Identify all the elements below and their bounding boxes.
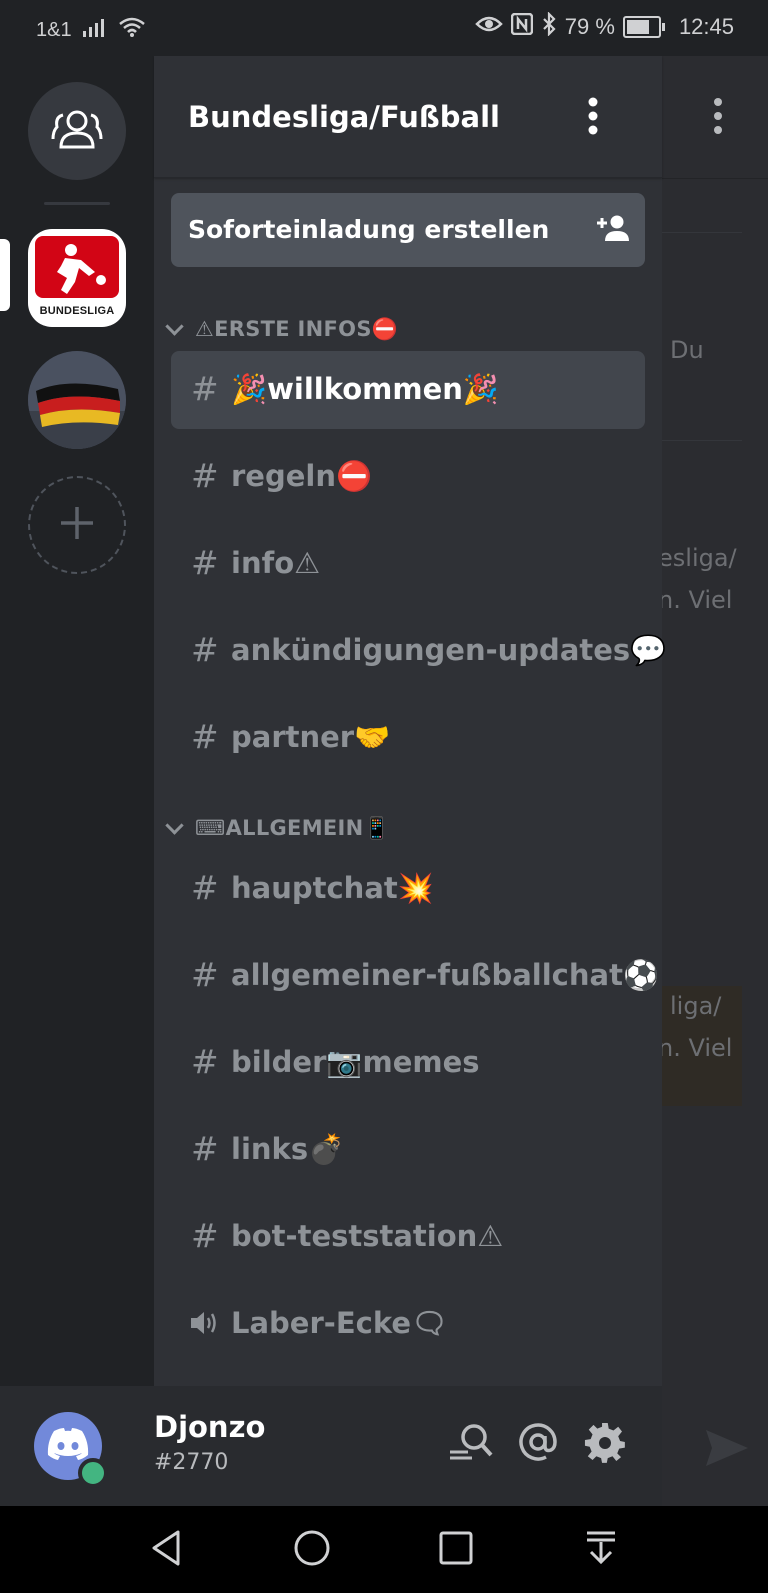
- hash-icon: #: [191, 955, 219, 994]
- battery-icon: [622, 16, 665, 38]
- hash-icon: #: [191, 1216, 219, 1255]
- channel-label: Laber-Ecke🗨: [231, 1306, 448, 1340]
- channel-hauptchat[interactable]: # hauptchat💥: [171, 850, 645, 928]
- username: Djonzo: [154, 1410, 266, 1444]
- selected-guild-indicator: [0, 239, 10, 311]
- clock: 12:45: [678, 14, 734, 39]
- recent-apps-icon[interactable]: [438, 1528, 474, 1572]
- channel-label: regeln⛔: [231, 459, 373, 493]
- nfc-icon: [510, 12, 534, 41]
- channel-label: ankündigungen-updates💬: [231, 633, 667, 667]
- add-user-icon: [595, 213, 629, 247]
- category-allgemein[interactable]: ⌨ALLGEMEIN📱: [162, 816, 390, 841]
- people-icon: [49, 105, 105, 157]
- speaker-icon: [189, 1309, 219, 1341]
- chat-fragment: Du: [670, 336, 704, 364]
- flag-image: [28, 351, 126, 449]
- battery-fill: [626, 20, 649, 34]
- channel-ankuendigungen-updates[interactable]: # ankündigungen-updates💬: [171, 612, 666, 690]
- discord-logo-icon: [46, 1427, 90, 1465]
- search-icon[interactable]: [448, 1422, 494, 1466]
- channel-partner[interactable]: # partner🤝: [171, 699, 645, 777]
- category-label: ⌨ALLGEMEIN📱: [195, 816, 390, 840]
- channel-label: allgemeiner-fußballchat⚽: [231, 958, 660, 992]
- wifi-icon: [118, 16, 146, 44]
- send-icon[interactable]: [704, 1428, 750, 1472]
- channel-label: bot-teststation⚠: [231, 1219, 504, 1253]
- channel-links[interactable]: # links💣: [171, 1111, 645, 1189]
- hash-icon: #: [191, 868, 219, 907]
- chat-header: [662, 56, 768, 179]
- hash-icon: #: [191, 369, 219, 408]
- chat-fragment: n. Viel: [662, 1034, 733, 1062]
- category-label: ⚠ERSTE INFOS⛔: [195, 317, 399, 341]
- channel-label: partner🤝: [231, 720, 391, 754]
- bundesliga-logo: [35, 236, 119, 298]
- server-more-icon[interactable]: [588, 97, 598, 139]
- channel-regeln[interactable]: # regeln⛔: [171, 438, 645, 516]
- chat-divider: [662, 232, 742, 233]
- chat-fragment: n. Viel: [662, 586, 733, 614]
- user-panel: Djonzo #2770: [0, 1386, 662, 1506]
- chat-fragment: liga/: [670, 992, 722, 1020]
- notification-pulldown-icon[interactable]: [584, 1528, 618, 1572]
- navigation-bar: [0, 1506, 768, 1593]
- chat-input-area: [662, 1386, 768, 1506]
- chevron-down-icon: [165, 317, 184, 336]
- eye-icon: [475, 14, 503, 40]
- chat-divider: [662, 440, 742, 441]
- channel-bot-teststation[interactable]: # bot-teststation⚠: [171, 1198, 645, 1276]
- channel-bilder-memes[interactable]: # bilder📷memes: [171, 1024, 645, 1102]
- hash-icon: #: [191, 630, 219, 669]
- back-icon[interactable]: [148, 1528, 184, 1572]
- channel-label: 🎉willkommen🎉: [231, 372, 500, 406]
- create-invite-label: Soforteinladung erstellen: [188, 215, 550, 244]
- guild-separator: [44, 202, 110, 205]
- add-server-button[interactable]: [28, 476, 126, 574]
- channel-info[interactable]: # info⚠: [171, 525, 645, 603]
- channel-allgemeiner-fussballchat[interactable]: # allgemeiner-fußballchat⚽: [171, 937, 659, 1015]
- chat-fragment: esliga/: [662, 544, 737, 572]
- chat-panel-background: Du esliga/ n. Viel liga/ n. Viel: [662, 56, 768, 1506]
- hash-icon: #: [191, 1129, 219, 1168]
- channel-drawer: Bundesliga/Fußball Soforteinladung erste…: [154, 56, 666, 1386]
- chevron-down-icon: [165, 816, 184, 835]
- server-name: Bundesliga/Fußball: [188, 100, 500, 134]
- home-icon[interactable]: [292, 1528, 332, 1572]
- battery-percent: 79 %: [564, 14, 615, 39]
- channel-label: hauptchat💥: [231, 871, 434, 905]
- hash-icon: #: [191, 456, 219, 495]
- direct-messages-button[interactable]: [28, 82, 126, 180]
- guild-sidebar: BUNDESLIGA: [0, 56, 154, 1386]
- online-status-indicator: [78, 1458, 108, 1488]
- signal-icon: [82, 16, 108, 44]
- carrier-label: 1&1: [36, 18, 72, 41]
- chat-more-icon[interactable]: [714, 98, 722, 138]
- settings-gear-icon[interactable]: [584, 1422, 626, 1468]
- voice-channel-laber-ecke[interactable]: Laber-Ecke🗨: [171, 1285, 645, 1363]
- status-bar: 1&1 79 % 12:45: [0, 0, 768, 56]
- hash-icon: #: [191, 1042, 219, 1081]
- channel-label: info⚠: [231, 546, 321, 580]
- channel-willkommen[interactable]: # 🎉willkommen🎉: [171, 351, 645, 429]
- guild-germany-flag[interactable]: [28, 351, 126, 449]
- guild-bundesliga[interactable]: BUNDESLIGA: [28, 229, 126, 327]
- hash-icon: #: [191, 543, 219, 582]
- channel-label: bilder📷memes: [231, 1045, 480, 1079]
- bluetooth-icon: [541, 11, 557, 42]
- channel-label: links💣: [231, 1132, 345, 1166]
- plus-icon: [59, 505, 95, 545]
- user-discriminator: #2770: [154, 1450, 229, 1475]
- create-invite-button[interactable]: Soforteinladung erstellen: [171, 193, 645, 267]
- hash-icon: #: [191, 717, 219, 756]
- mentions-icon[interactable]: [518, 1422, 558, 1466]
- server-header[interactable]: Bundesliga/Fußball: [154, 56, 662, 178]
- category-erste-infos[interactable]: ⚠ERSTE INFOS⛔: [162, 317, 398, 342]
- bundesliga-logo-text: BUNDESLIGA: [39, 305, 115, 317]
